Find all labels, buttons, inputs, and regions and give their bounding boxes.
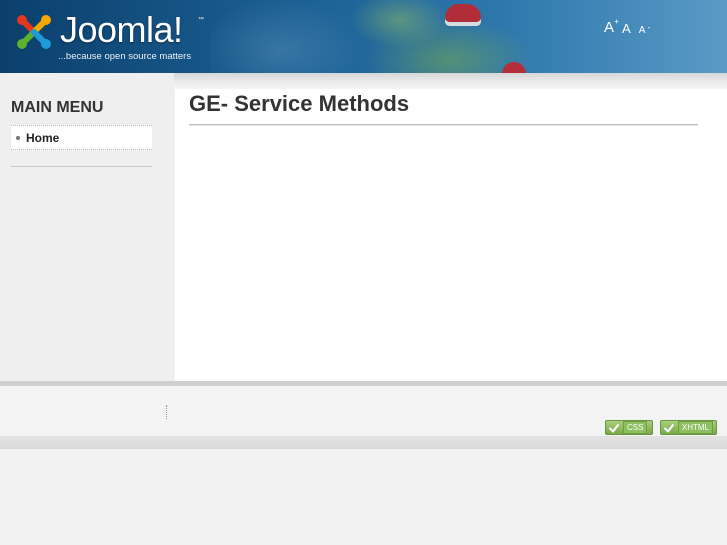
joomla-logo-icon[interactable] bbox=[14, 12, 54, 52]
valid-css-badge[interactable]: CSS bbox=[605, 420, 653, 435]
site-header: Joomla! ™ ...because open source matters… bbox=[0, 0, 727, 73]
menu-item-home[interactable]: Home bbox=[11, 126, 152, 149]
frog-hat-decoration bbox=[445, 4, 481, 22]
footer-separator bbox=[166, 405, 167, 419]
reset-font-label: A bbox=[622, 21, 631, 36]
sidebar-divider bbox=[11, 166, 152, 167]
bullet-icon bbox=[16, 135, 20, 140]
decrease-font-label: A bbox=[638, 25, 646, 36]
reset-font-button[interactable]: A bbox=[622, 21, 631, 36]
xhtml-badge-label: XHTML bbox=[677, 421, 713, 434]
title-underline bbox=[189, 124, 698, 125]
site-footer: CSS XHTML bbox=[0, 386, 727, 436]
page-title: GE- Service Methods bbox=[189, 91, 410, 116]
css-badge-label: CSS bbox=[623, 421, 648, 434]
logo-trademark: ™ bbox=[198, 17, 204, 23]
main-content: GE- Service Methods bbox=[175, 89, 727, 381]
main-menu-list: Home bbox=[11, 125, 152, 150]
check-icon bbox=[663, 423, 674, 432]
footer-bottom-strip bbox=[0, 436, 727, 449]
increase-font-label: A bbox=[604, 19, 615, 36]
main-menu-title: MAIN MENU bbox=[11, 99, 104, 116]
logo-wordmark[interactable]: Joomla! bbox=[60, 10, 183, 50]
header-frog-artwork bbox=[210, 0, 590, 73]
menu-item-label: Home bbox=[26, 130, 60, 145]
page-bottom-area bbox=[0, 449, 727, 545]
check-icon bbox=[609, 423, 619, 432]
left-sidebar bbox=[0, 73, 174, 381]
logo-tagline: ...because open source matters bbox=[58, 51, 192, 62]
increase-font-sup: + bbox=[614, 17, 620, 26]
decrease-font-button[interactable]: A- bbox=[638, 23, 651, 36]
valid-xhtml-badge[interactable]: XHTML bbox=[660, 420, 717, 435]
increase-font-button[interactable]: A + bbox=[604, 17, 619, 36]
decrease-font-sup: - bbox=[647, 23, 651, 32]
font-size-tools: A + A A- bbox=[604, 16, 651, 36]
